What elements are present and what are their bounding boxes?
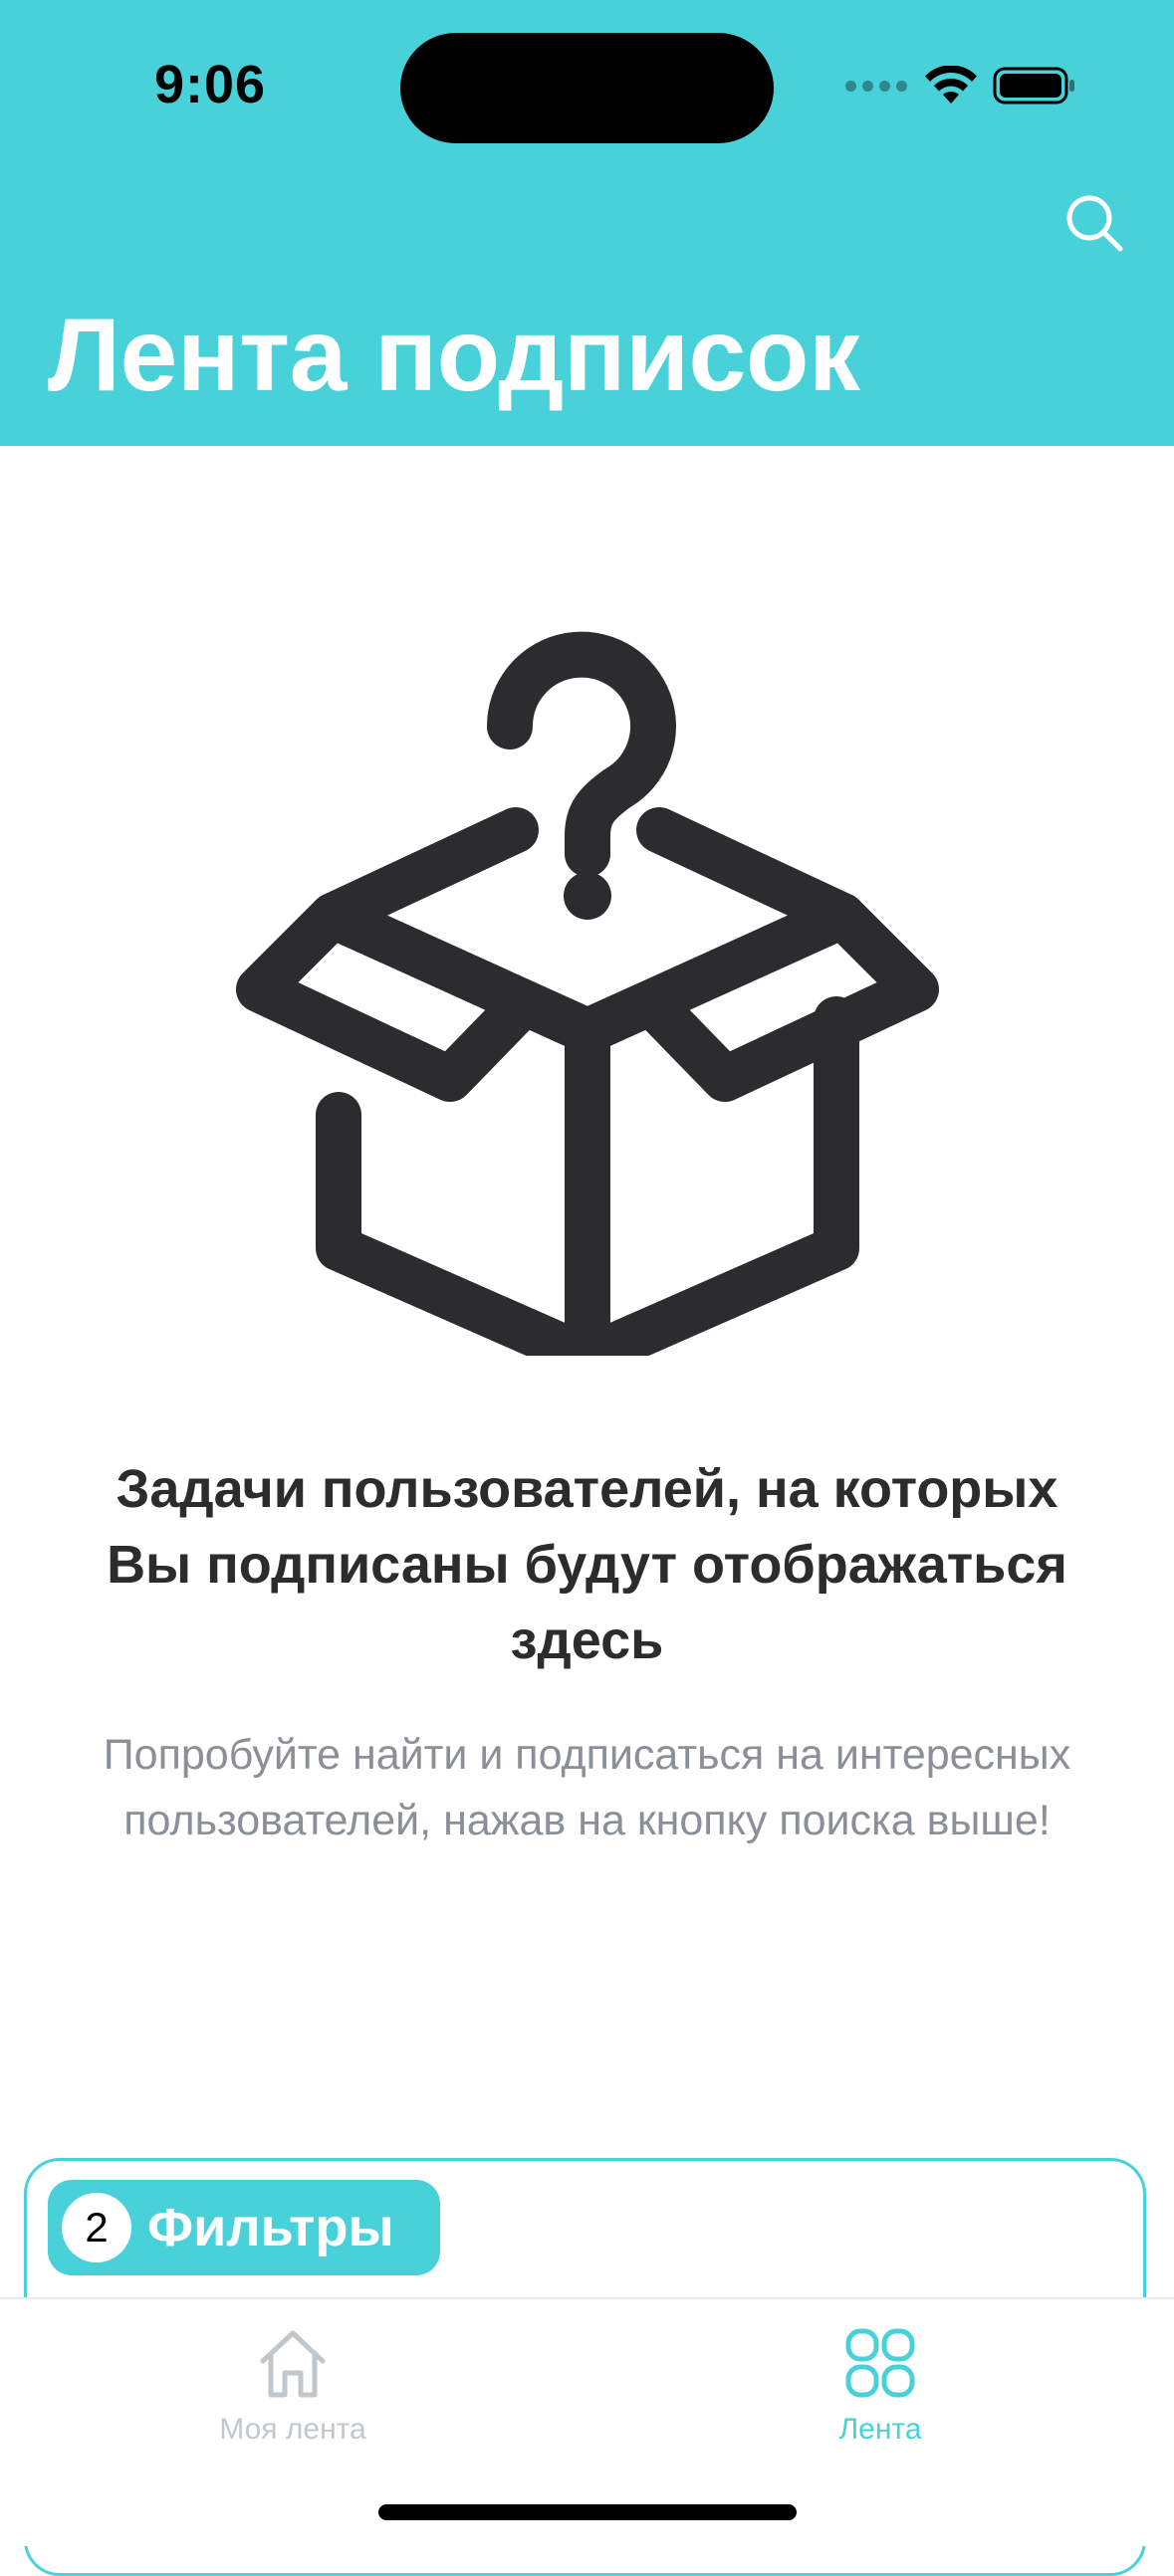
header: 9:06 Лента подписок	[0, 0, 1174, 446]
battery-icon	[993, 67, 1074, 105]
home-indicator	[378, 2504, 797, 2520]
question-box-icon	[236, 631, 939, 1356]
home-icon	[260, 2330, 326, 2398]
search-button[interactable]	[1060, 189, 1130, 259]
wifi-icon	[925, 66, 977, 104]
page-title: Лента подписок	[48, 298, 860, 413]
status-icons	[845, 66, 1076, 106]
status-time: 9:06	[154, 55, 267, 114]
empty-state-subtitle: Попробуйте найти и подписаться на интере…	[103, 1731, 1071, 1844]
tab-label: Лента	[838, 2413, 922, 2446]
tab-my-feed[interactable]: Моя лента	[143, 2323, 442, 2463]
cellular-signal-icon	[845, 80, 907, 92]
empty-state-title: Задачи пользователей, на которых Вы подп…	[107, 1459, 1067, 1670]
filters-label: Фильтры	[147, 2198, 394, 2257]
filters-button[interactable]: 2 Фильтры	[48, 2180, 440, 2275]
dynamic-island	[400, 33, 774, 143]
grid-icon	[845, 2328, 915, 2398]
filter-count-badge: 2	[62, 2193, 131, 2262]
tab-label: Моя лента	[219, 2413, 366, 2446]
tab-feed[interactable]: Лента	[731, 2323, 1030, 2463]
search-icon	[1066, 195, 1123, 252]
